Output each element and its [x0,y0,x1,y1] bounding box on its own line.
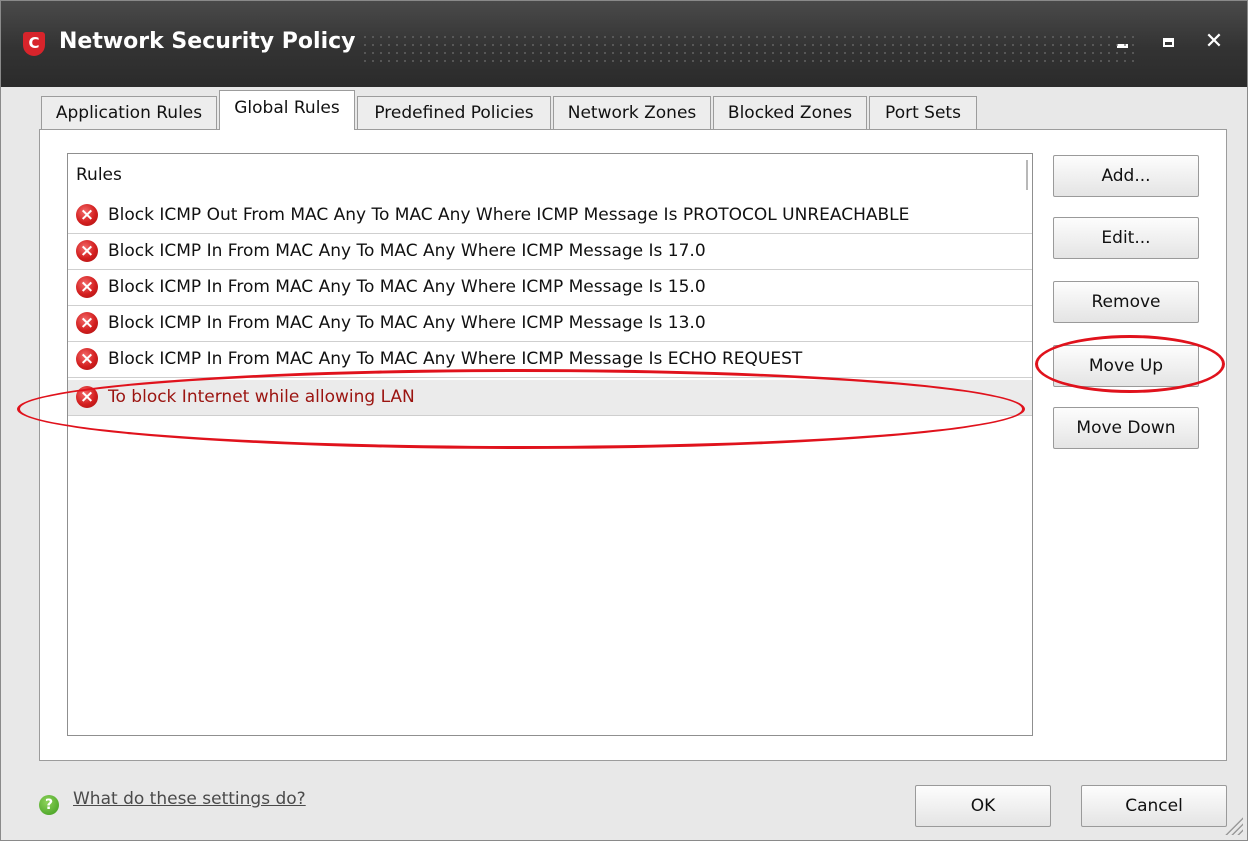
maximize-button[interactable] [1155,27,1181,57]
rule-text: Block ICMP In From MAC Any To MAC Any Wh… [108,349,803,369]
resize-grip-icon[interactable] [1223,815,1243,835]
tab-application-rules[interactable]: Application Rules [41,96,217,129]
column-resize-handle[interactable] [1026,160,1028,190]
rule-text: Block ICMP Out From MAC Any To MAC Any W… [108,205,910,225]
maximize-icon [1162,37,1174,47]
tab-network-zones[interactable]: Network Zones [553,96,711,129]
minimize-button[interactable] [1109,27,1135,57]
edit-button[interactable]: Edit... [1053,217,1199,259]
rule-row[interactable]: × Block ICMP In From MAC Any To MAC Any … [68,270,1032,306]
tab-predefined-policies[interactable]: Predefined Policies [357,96,551,129]
rule-row[interactable]: × Block ICMP Out From MAC Any To MAC Any… [68,198,1032,234]
close-button[interactable]: ✕ [1201,27,1227,57]
block-error-icon: × [76,204,98,226]
tab-blocked-zones[interactable]: Blocked Zones [713,96,867,129]
cancel-button[interactable]: Cancel [1081,785,1227,827]
block-error-icon: × [76,348,98,370]
move-down-button[interactable]: Move Down [1053,407,1199,449]
network-security-policy-window: C Network Security Policy ✕ Application … [0,0,1248,841]
rule-row-selected[interactable]: × To block Internet while allowing LAN [68,380,1032,416]
block-error-icon: × [76,386,98,408]
close-icon: ✕ [1204,29,1224,54]
rule-text: Block ICMP In From MAC Any To MAC Any Wh… [108,241,706,261]
rules-column-header[interactable]: Rules [68,154,1030,196]
window-title: Network Security Policy [59,29,356,54]
rule-text: Block ICMP In From MAC Any To MAC Any Wh… [108,313,706,333]
ok-button[interactable]: OK [915,785,1051,827]
tab-port-sets[interactable]: Port Sets [869,96,977,129]
help-link[interactable]: What do these settings do? [73,789,306,809]
rule-text: Block ICMP In From MAC Any To MAC Any Wh… [108,277,706,297]
rule-row[interactable]: × Block ICMP In From MAC Any To MAC Any … [68,306,1032,342]
help-question-icon[interactable]: ? [39,795,59,815]
block-error-icon: × [76,240,98,262]
add-button[interactable]: Add... [1053,155,1199,197]
block-error-icon: × [76,276,98,298]
comodo-logo-icon: C [23,32,45,56]
rules-list[interactable]: Rules × Block ICMP Out From MAC Any To M… [67,153,1033,736]
block-error-icon: × [76,312,98,334]
remove-button[interactable]: Remove [1053,281,1199,323]
move-up-button[interactable]: Move Up [1053,345,1199,387]
tab-global-rules[interactable]: Global Rules [219,90,355,130]
rule-text: To block Internet while allowing LAN [108,387,415,407]
rule-row[interactable]: × Block ICMP In From MAC Any To MAC Any … [68,234,1032,270]
title-bar[interactable]: C Network Security Policy ✕ [1,1,1247,87]
rule-row[interactable]: × Block ICMP In From MAC Any To MAC Any … [68,342,1032,378]
minimize-icon [1116,44,1128,48]
